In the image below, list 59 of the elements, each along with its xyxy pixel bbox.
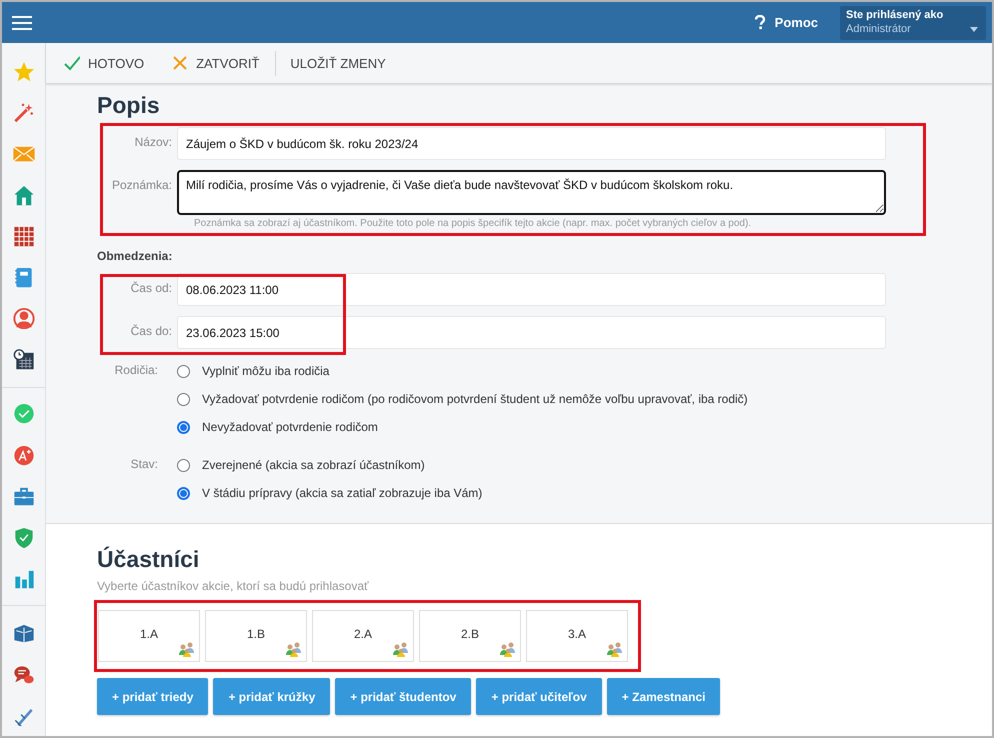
radio-button[interactable] xyxy=(177,392,190,406)
save-button[interactable]: ULOŽIŤ ZMENY xyxy=(282,48,394,78)
briefcase-icon[interactable] xyxy=(12,486,34,508)
close-icon xyxy=(172,55,188,71)
people-icon xyxy=(178,641,195,657)
star-icon[interactable] xyxy=(12,61,34,82)
note-field[interactable]: Milí rodičia, prosíme Vás o vyjadrenie, či Vaše dieťa bude navštevovať ŠKD v budúcom školskom roku. xyxy=(177,170,886,215)
people-icon xyxy=(606,641,623,657)
radio-button[interactable] xyxy=(177,420,190,434)
home-icon[interactable] xyxy=(12,184,34,206)
caret-icon xyxy=(970,26,978,32)
bar-chart-icon[interactable] xyxy=(12,568,34,590)
radio-button[interactable] xyxy=(177,486,190,500)
field-hint: Poznámka sa zobrazí aj účastníkom. Použite toto pole na popis špecifík tejto akcie (napr. max. počet vybraných cieľov a pod). xyxy=(194,218,752,229)
group-tile[interactable]: 1.A xyxy=(98,610,200,662)
magic-wand-icon[interactable] xyxy=(12,102,34,124)
calendar-icon[interactable] xyxy=(12,226,34,247)
group-tile[interactable]: 2.B xyxy=(419,610,521,662)
notebook-icon[interactable] xyxy=(12,266,34,288)
done-button[interactable]: HOTOVO xyxy=(56,48,152,78)
field-label: Čas od: xyxy=(130,280,173,295)
radio-label[interactable]: Zverejnené (akcia sa zobrazí účastníkom) xyxy=(202,458,425,472)
radio-button[interactable] xyxy=(177,364,190,378)
name-field[interactable]: Záujem o ŠKD v budúcom šk. roku 2023/24 xyxy=(177,127,886,160)
field-label: Rodičia: xyxy=(114,363,159,379)
help-link[interactable]: Pomoc xyxy=(754,15,818,30)
radio-label[interactable]: Nevyžadovať potvrdenie rodičom xyxy=(202,420,378,434)
field-label: Čas do: xyxy=(130,323,173,338)
people-icon xyxy=(499,641,516,657)
user-icon[interactable] xyxy=(12,308,34,330)
book-icon[interactable] xyxy=(12,622,34,644)
grade-icon[interactable] xyxy=(12,444,34,466)
field-label: Stav: xyxy=(130,457,159,473)
group-tile[interactable]: 1.B xyxy=(205,610,307,662)
shield-icon[interactable] xyxy=(12,527,34,548)
group-tile[interactable]: 2.A xyxy=(312,610,414,662)
radio-label[interactable]: V štádiu prípravy (akcia sa zatiaľ zobrazuje iba Vám) xyxy=(202,486,482,500)
radio-label[interactable]: Vyžadovať potvrdenie rodičom (po rodičovom potvrdení študent už nemôže voľbu upravovať, iba rodič) xyxy=(202,392,748,406)
schedule-icon[interactable] xyxy=(12,349,34,370)
checkmark-icon xyxy=(64,55,80,71)
section-description: Vyberte účastníkov akcie, ktorí sa budú prihlasovať xyxy=(97,579,370,593)
group-tile[interactable]: 3.A xyxy=(526,610,628,662)
section-subtitle: Obmedzenia: xyxy=(97,249,174,263)
people-icon xyxy=(285,641,302,657)
chat-icon[interactable] xyxy=(12,664,34,685)
user-menu[interactable]: Ste prihlásený ako Administrátor xyxy=(840,6,986,40)
close-button[interactable]: ZATVORIŤ xyxy=(164,48,268,78)
field-label: Názov: xyxy=(134,134,173,149)
help-icon xyxy=(754,15,765,30)
section-title: Popis xyxy=(97,92,161,119)
section-title: Účastníci xyxy=(97,546,200,573)
check-icon[interactable] xyxy=(12,403,34,425)
people-icon xyxy=(392,641,409,657)
radio-label[interactable]: Vyplniť môžu iba rodičia xyxy=(202,364,330,378)
radio-button[interactable] xyxy=(177,458,190,472)
menu-icon xyxy=(12,14,32,30)
end-time-field[interactable]: 23.06.2023 15:00 xyxy=(177,316,886,349)
field-label: Poznámka: xyxy=(110,177,173,192)
start-time-field[interactable]: 08.06.2023 11:00 xyxy=(177,273,886,306)
